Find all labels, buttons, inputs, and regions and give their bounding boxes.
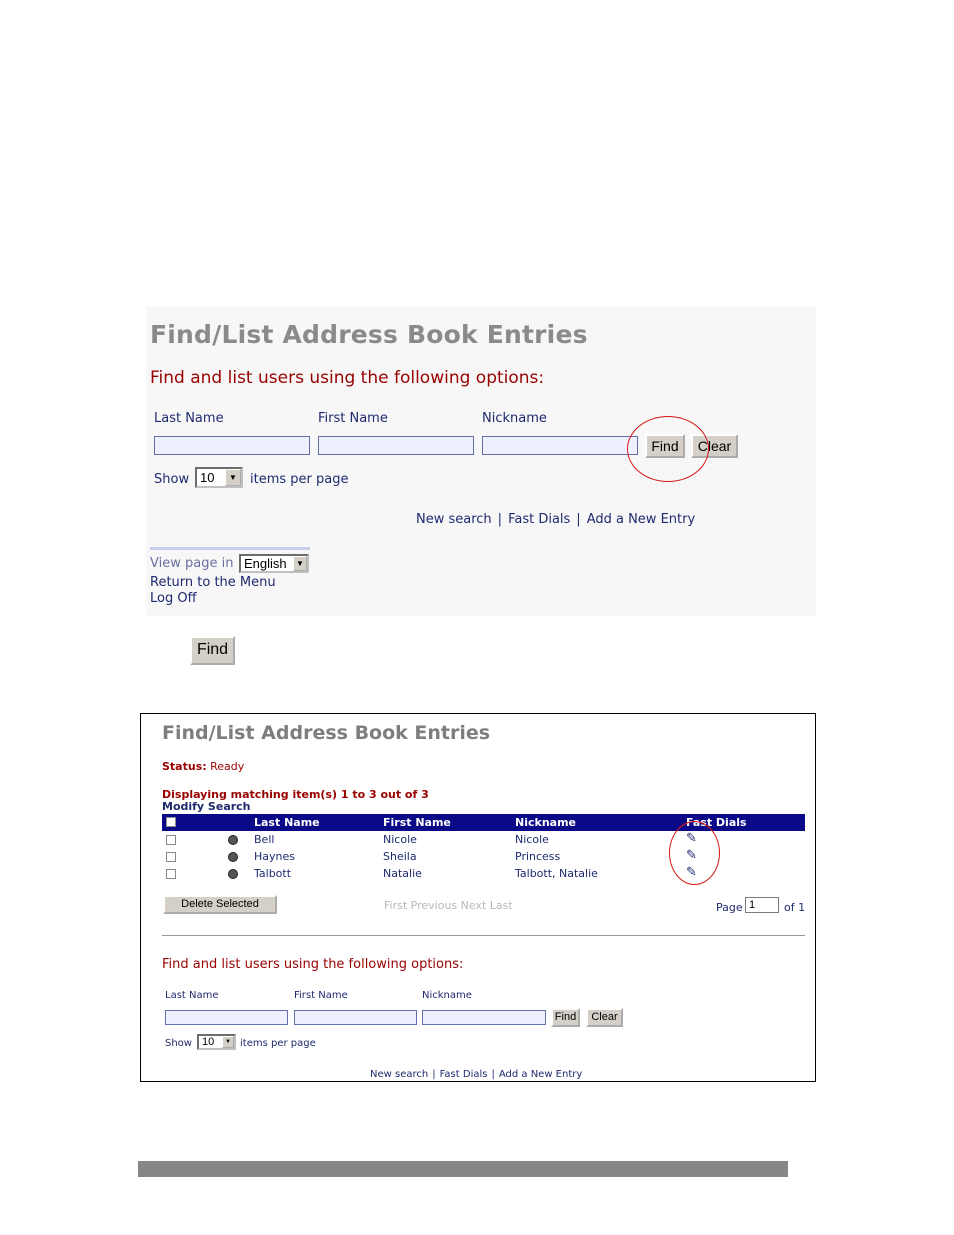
screenshot-find-form: Find/List Address Book Entries Find and … — [146, 306, 816, 616]
language-value: English — [244, 556, 287, 571]
page-total: of 1 — [784, 901, 806, 914]
nickname-label: Nickname — [482, 411, 547, 426]
items-per-page-select[interactable]: 10 ▼ — [195, 467, 243, 488]
screenshot-results: Find/List Address Book Entries Status: R… — [140, 713, 816, 1082]
nickname-input[interactable] — [482, 436, 638, 455]
nickname-label: Nickname — [422, 990, 472, 1001]
add-entry-link[interactable]: Add a New Entry — [587, 512, 695, 527]
link-separator: | — [497, 512, 503, 527]
items-per-page-label: items per page — [250, 472, 349, 487]
link-separator: | — [576, 512, 581, 527]
find-button[interactable]: Find — [551, 1008, 580, 1027]
last-name-label: Last Name — [165, 990, 219, 1001]
page-number-input[interactable]: 1 — [745, 897, 779, 913]
link-separator: | — [491, 1069, 495, 1080]
add-entry-link[interactable]: Add a New Entry — [499, 1069, 582, 1080]
nav-links: New search | Fast Dials | Add a New Entry — [416, 512, 695, 527]
row-checkbox[interactable] — [166, 835, 176, 845]
page-title: Find/List Address Book Entries — [162, 722, 491, 744]
column-header-nickname[interactable]: Nickname — [515, 816, 576, 829]
row-checkbox[interactable] — [166, 869, 176, 879]
cell-first-name: Sheila — [383, 850, 417, 863]
language-select[interactable]: English ▼ — [239, 554, 309, 573]
highlight-circle — [669, 821, 720, 885]
clear-button[interactable]: Clear — [586, 1008, 623, 1027]
page-title: Find/List Address Book Entries — [150, 320, 588, 349]
cell-last-name[interactable]: Bell — [254, 833, 274, 846]
dropdown-arrow-icon[interactable]: ▼ — [225, 469, 241, 486]
find-button-large[interactable]: Find — [190, 636, 235, 665]
status-text: Status: Ready — [162, 760, 244, 773]
fast-dials-link[interactable]: Fast Dials — [508, 512, 570, 527]
delete-selected-button[interactable]: Delete Selected — [163, 895, 277, 914]
page-footer-bar — [138, 1161, 788, 1177]
dropdown-arrow-icon[interactable]: ▼ — [293, 556, 307, 571]
log-off-link[interactable]: Log Off — [150, 591, 197, 606]
new-search-link[interactable]: New search — [416, 512, 492, 527]
row-radio[interactable] — [228, 852, 238, 862]
select-all-checkbox[interactable] — [166, 817, 176, 827]
cell-last-name[interactable]: Haynes — [254, 850, 295, 863]
cell-nickname: Princess — [515, 850, 561, 863]
cell-first-name: Natalie — [383, 867, 422, 880]
first-name-input[interactable] — [294, 1010, 417, 1025]
pagination-links: First Previous Next Last — [384, 899, 513, 912]
row-checkbox[interactable] — [166, 852, 176, 862]
view-page-label: View page in — [150, 556, 234, 571]
last-name-input[interactable] — [154, 436, 310, 455]
column-header-first-name[interactable]: First Name — [383, 816, 451, 829]
cell-nickname: Nicole — [515, 833, 549, 846]
page-label: Page — [716, 901, 743, 914]
link-separator: | — [432, 1069, 436, 1080]
status-value: Ready — [210, 760, 245, 773]
modify-search-link[interactable]: Modify Search — [162, 800, 251, 813]
highlight-circle — [627, 416, 709, 482]
show-label: Show — [165, 1038, 192, 1049]
page-subtitle: Find and list users using the following … — [150, 368, 545, 388]
dropdown-arrow-icon[interactable]: ▼ — [222, 1036, 234, 1048]
last-name-input[interactable] — [165, 1010, 288, 1025]
column-header-last-name[interactable]: Last Name — [254, 816, 320, 829]
row-radio[interactable] — [228, 835, 238, 845]
status-label: Status: — [162, 760, 207, 773]
cell-first-name: Nicole — [383, 833, 417, 846]
items-per-page-label: items per page — [240, 1038, 316, 1049]
first-name-label: First Name — [294, 990, 348, 1001]
show-label: Show — [154, 472, 190, 487]
cell-last-name[interactable]: Talbott — [254, 867, 291, 880]
section-divider — [150, 547, 310, 550]
search-subtitle: Find and list users using the following … — [162, 957, 464, 972]
items-per-page-value: 10 — [200, 470, 215, 485]
return-menu-link[interactable]: Return to the Menu — [150, 575, 276, 590]
row-radio[interactable] — [228, 869, 238, 879]
items-per-page-select[interactable]: 10 ▼ — [197, 1034, 236, 1050]
new-search-link[interactable]: New search — [370, 1069, 428, 1080]
nickname-input[interactable] — [422, 1010, 546, 1025]
items-per-page-value: 10 — [202, 1036, 215, 1048]
cell-nickname: Talbott, Natalie — [515, 867, 598, 880]
first-name-input[interactable] — [318, 436, 474, 455]
first-name-label: First Name — [318, 411, 388, 426]
nav-links: New search | Fast Dials | Add a New Entry — [370, 1069, 582, 1080]
fast-dials-link[interactable]: Fast Dials — [440, 1069, 488, 1080]
last-name-label: Last Name — [154, 411, 224, 426]
section-divider — [162, 935, 805, 936]
